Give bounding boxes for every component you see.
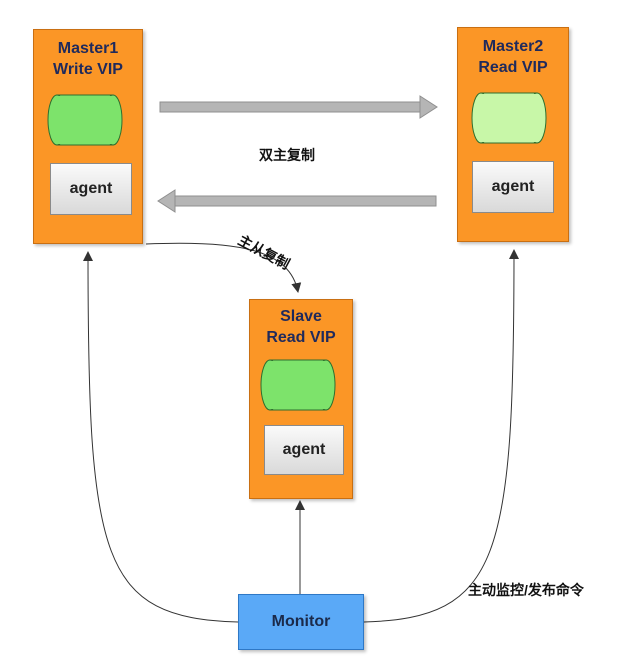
database-icon (260, 359, 336, 411)
master2-title: Master2 (482, 38, 544, 55)
replication-arrow-right (159, 95, 438, 119)
database-icon (47, 94, 123, 146)
master1-title: Master1 (57, 40, 119, 57)
master2-agent[interactable]: agent (472, 161, 554, 213)
database-icon (471, 92, 547, 144)
slave-subtitle: Read VIP (266, 329, 336, 346)
master2-subtitle: Read VIP (478, 59, 548, 76)
monitor-to-master1-connector (83, 251, 239, 623)
dual-master-replication-label: 双主复制 (259, 147, 315, 163)
master1-subtitle: Write VIP (53, 61, 123, 78)
master1-agent[interactable]: agent (50, 163, 132, 215)
monitor-node[interactable]: Monitor (238, 594, 364, 650)
slave-title: Slave (280, 308, 322, 325)
slave-node[interactable]: Slave Read VIP agent (249, 299, 353, 499)
monitor-to-master2-connector (363, 249, 519, 623)
slave-agent[interactable]: agent (264, 425, 344, 475)
master2-node[interactable]: Master2 Read VIP agent (457, 27, 569, 242)
replication-arrow-left (157, 189, 437, 213)
master1-node[interactable]: Master1 Write VIP agent (33, 29, 143, 244)
monitor-action-label: 主动监控/发布命令 (468, 582, 584, 598)
